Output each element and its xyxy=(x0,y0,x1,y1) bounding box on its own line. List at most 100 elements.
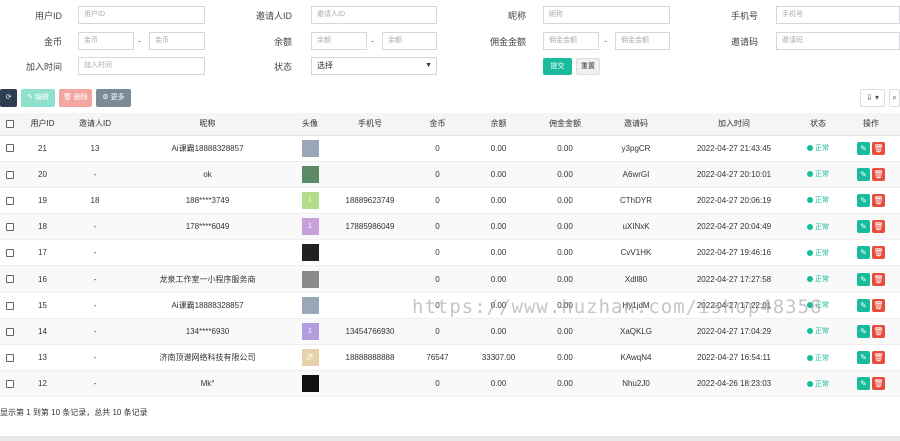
cell-join-time: 2022-04-26 18:23:03 xyxy=(674,370,794,398)
row-edit-button[interactable]: ✎ xyxy=(857,141,870,155)
row-checkbox[interactable] xyxy=(0,318,20,346)
col-header-join-time[interactable]: 加入时间 xyxy=(674,113,794,136)
row-checkbox[interactable] xyxy=(0,161,20,188)
coins-min-input[interactable]: 金币 xyxy=(78,32,134,50)
commission-max-input[interactable]: 佣金金额 xyxy=(615,32,670,50)
coins-label: 金币 xyxy=(43,37,62,47)
row-delete-button[interactable]: 🗑 xyxy=(872,220,885,234)
cell-invite-code: Nhu2J0 xyxy=(598,370,674,398)
more-button[interactable]: ⚙ 更多 xyxy=(96,89,131,107)
cell-commission: 0.00 xyxy=(532,265,598,293)
row-edit-button[interactable]: ✎ xyxy=(857,167,870,181)
cell-mobile xyxy=(330,135,410,162)
cell-nickname: 134****6930 xyxy=(125,318,290,346)
row-delete-button[interactable]: 🗑 xyxy=(872,377,885,391)
cell-commission: 0.00 xyxy=(532,135,598,162)
coins-max-input[interactable]: 金币 xyxy=(149,32,205,50)
cell-actions: ✎ 🗑 xyxy=(842,213,900,241)
row-edit-button[interactable]: ✎ xyxy=(857,246,870,260)
select-all-checkbox[interactable] xyxy=(0,113,20,136)
submit-button[interactable]: 提交 xyxy=(543,58,572,75)
search-toggle-button[interactable]: ⌕ xyxy=(889,89,900,107)
row-delete-button[interactable]: 🗑 xyxy=(872,298,885,312)
avatar[interactable] xyxy=(301,139,319,157)
row-edit-button[interactable]: ✎ xyxy=(857,298,870,312)
row-delete-button[interactable]: 🗑 xyxy=(872,141,885,155)
row-checkbox[interactable] xyxy=(0,187,20,215)
col-header-invite-code: 邀请码 xyxy=(598,113,674,136)
cell-status: 正常 xyxy=(794,370,842,398)
cell-balance: 0.00 xyxy=(465,265,532,293)
cell-user-id: 21 xyxy=(20,135,65,162)
cell-join-time: 2022-04-27 17:04:29 xyxy=(674,318,794,346)
pencil-icon: ✎ xyxy=(860,248,867,258)
row-delete-button[interactable]: 🗑 xyxy=(872,193,885,207)
cell-invite-code: y3pgCR xyxy=(598,135,674,162)
row-delete-button[interactable]: 🗑 xyxy=(872,351,885,365)
cell-invite-code: XaQKLG xyxy=(598,318,674,346)
user-id-input[interactable]: 用户ID xyxy=(78,6,205,24)
edit-button[interactable]: ✎ 编辑 xyxy=(21,89,55,107)
inviter-id-input[interactable]: 邀请人ID xyxy=(311,6,437,24)
row-edit-button[interactable]: ✎ xyxy=(857,324,870,338)
row-checkbox[interactable] xyxy=(0,239,20,267)
cell-commission: 0.00 xyxy=(532,344,598,372)
cell-status: 正常 xyxy=(794,344,842,372)
avatar[interactable] xyxy=(301,270,319,288)
avatar[interactable] xyxy=(301,244,319,262)
balance-min-input[interactable]: 余额 xyxy=(311,32,367,50)
avatar[interactable]: 济 xyxy=(301,349,319,367)
cell-commission: 0.00 xyxy=(532,370,598,398)
avatar[interactable] xyxy=(301,296,319,314)
row-checkbox[interactable] xyxy=(0,344,20,372)
row-edit-button[interactable]: ✎ xyxy=(857,193,870,207)
balance-max-input[interactable]: 余额 xyxy=(382,32,437,50)
avatar[interactable] xyxy=(301,375,319,393)
row-edit-button[interactable]: ✎ xyxy=(857,351,870,365)
col-header-mobile: 手机号 xyxy=(330,113,410,136)
row-checkbox[interactable] xyxy=(0,292,20,319)
col-header-inviter-id[interactable]: 邀请人ID xyxy=(65,113,125,136)
delete-button[interactable]: 🗑 删除 xyxy=(59,89,92,107)
cell-join-time: 2022-04-27 16:54:11 xyxy=(674,344,794,372)
col-header-user-id[interactable]: 用户ID xyxy=(20,113,65,136)
cell-status: 正常 xyxy=(794,187,842,215)
trash-icon: 🗑 xyxy=(873,222,884,232)
export-button[interactable]: ⇩ ▾ xyxy=(860,89,885,107)
user-table: 用户ID 邀请人ID 昵称 头像 手机号 金币 余额 佣金金额 邀请码 加入时间… xyxy=(0,113,900,398)
mobile-input[interactable]: 手机号 xyxy=(776,6,900,24)
status-dot-icon xyxy=(807,223,813,230)
avatar[interactable] xyxy=(301,165,319,183)
row-delete-button[interactable]: 🗑 xyxy=(872,246,885,260)
avatar[interactable]: 1 xyxy=(301,191,319,209)
status-select[interactable]: 选择 ▼ xyxy=(311,57,437,75)
pencil-icon: ✎ xyxy=(860,169,867,179)
avatar[interactable]: 1 xyxy=(301,218,319,236)
avatar[interactable]: 1 xyxy=(301,322,319,340)
row-delete-button[interactable]: 🗑 xyxy=(872,324,885,338)
invite-code-input[interactable]: 邀请码 xyxy=(776,32,900,50)
row-checkbox[interactable] xyxy=(0,265,20,293)
row-delete-button[interactable]: 🗑 xyxy=(872,272,885,286)
status-badge: 正常 xyxy=(815,328,829,336)
refresh-button[interactable]: ⟳ xyxy=(0,89,17,107)
row-checkbox[interactable] xyxy=(0,370,20,398)
row-delete-button[interactable]: 🗑 xyxy=(872,167,885,181)
join-time-input[interactable]: 加入时间 xyxy=(78,57,205,75)
row-edit-button[interactable]: ✎ xyxy=(857,377,870,391)
cell-mobile xyxy=(330,239,410,267)
commission-min-input[interactable]: 佣金金额 xyxy=(543,32,599,50)
status-badge: 正常 xyxy=(815,223,829,231)
cell-inviter-id: - xyxy=(65,292,125,319)
cell-nickname: 178****6049 xyxy=(125,213,290,241)
row-edit-button[interactable]: ✎ xyxy=(857,272,870,286)
row-checkbox[interactable] xyxy=(0,213,20,241)
reset-button[interactable]: 重置 xyxy=(576,58,600,75)
row-checkbox[interactable] xyxy=(0,135,20,162)
filter-row-3: 加入时间 加入时间 状态 选择 ▼ xyxy=(0,57,900,77)
nickname-input[interactable]: 昵称 xyxy=(543,6,670,24)
row-edit-button[interactable]: ✎ xyxy=(857,220,870,234)
cell-balance: 0.00 xyxy=(465,370,532,398)
cell-balance: 33307.00 xyxy=(465,344,532,372)
pencil-icon: ✎ xyxy=(860,222,867,232)
